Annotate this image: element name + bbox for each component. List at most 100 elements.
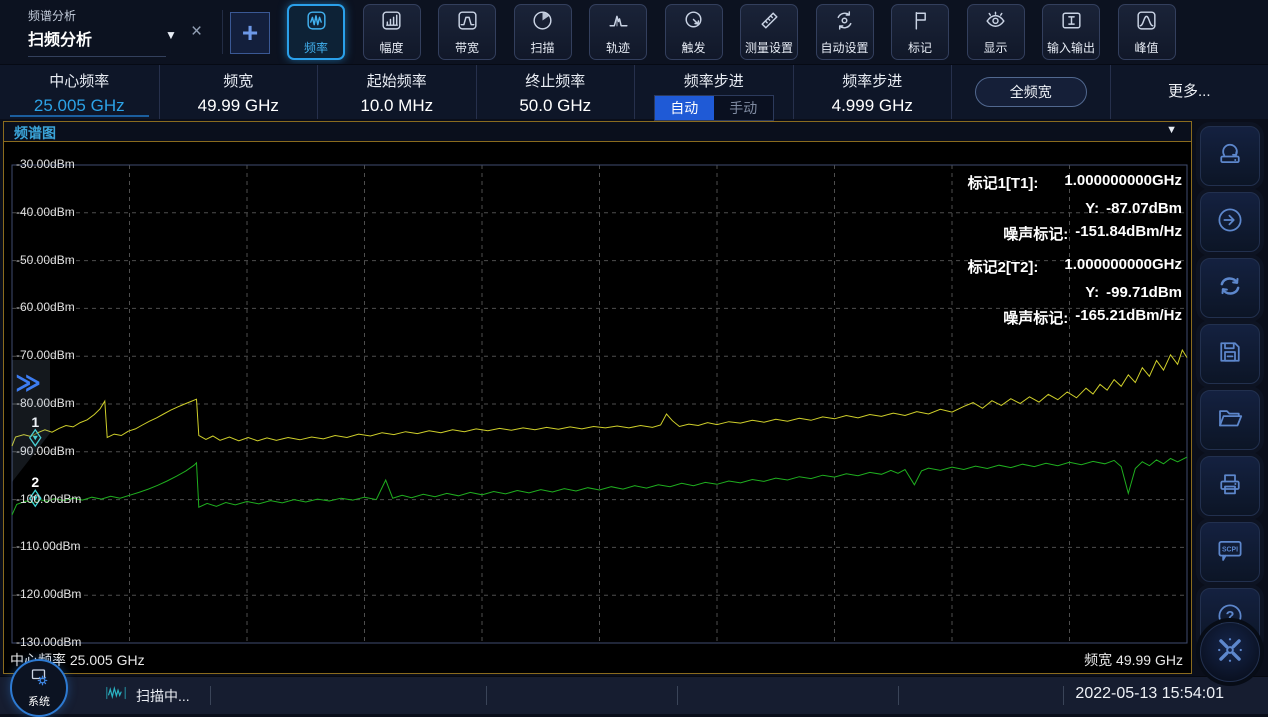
param-freq-step[interactable]: 频率步进4.999 GHz: [793, 65, 952, 119]
sidebar-open-file-button[interactable]: [1200, 390, 1260, 450]
top-toolbar: 频谱分析 扫频分析 ▼ × + 频率幅度带宽扫描轨迹触发测量设置自动设置标记显示…: [0, 0, 1268, 64]
toolbar-button-label: 扫描: [530, 39, 554, 56]
toolbar-button-marker[interactable]: 标记: [891, 4, 949, 60]
readout-label: Y:: [1085, 284, 1099, 301]
sidebar-refresh-button[interactable]: [1200, 258, 1260, 318]
expand-menu-chevron-icon[interactable]: ≫: [15, 368, 41, 398]
y-tick-label: -110.00dBm: [16, 539, 80, 553]
param-value: 10.0 MHz: [318, 96, 476, 116]
param-start-freq[interactable]: 起始频率 10.0 MHz: [317, 65, 476, 119]
readout-value: 1.000000000GHz: [1064, 256, 1182, 277]
chart-plot-area: 12 -30.00dBm-40.00dBm-50.00dBm-60.00dBm-…: [4, 142, 1191, 673]
toolbar-button-io[interactable]: 输入输出: [1042, 4, 1100, 60]
svg-text:2: 2: [31, 474, 39, 490]
spectrum-chart-panel: 频谱图 ▼ 12 -30.00dBm-40.00dBm-50.00dBm-60.…: [3, 121, 1192, 674]
refresh-icon: [1215, 271, 1245, 306]
spectrum-plot: 12: [4, 142, 1191, 673]
readout-label: 噪声标记:: [1003, 307, 1068, 328]
span-label: 频宽 49.99 GHz: [1084, 650, 1183, 670]
next-step-icon: [1215, 205, 1245, 240]
trigger-icon: [681, 8, 706, 38]
sidebar-next-step-button[interactable]: [1200, 192, 1260, 252]
statusbar-divider: [486, 686, 487, 705]
mode-dropdown-icon[interactable]: ▼: [165, 28, 177, 42]
more-button[interactable]: 更多...: [1111, 65, 1268, 119]
y-tick-label: -40.00dBm: [16, 205, 75, 219]
param-stop-freq[interactable]: 终止频率50.0 GHz: [476, 65, 635, 119]
toolbar-button-label: 显示: [983, 39, 1007, 56]
toolbar-button-label: 峰值: [1134, 39, 1158, 56]
toolbar-button-sweep[interactable]: 扫描: [514, 4, 572, 60]
y-tick-label: -100.00dBm: [16, 492, 81, 506]
param-more[interactable]: 更多...: [1110, 65, 1268, 119]
sidebar-print-button[interactable]: [1200, 456, 1260, 516]
marker-readout-line: Y:-99.71dBm: [1085, 284, 1182, 301]
readout-value: -165.21dBm/Hz: [1075, 307, 1182, 328]
mode-label: 扫频分析: [28, 26, 166, 57]
parameter-bar: 中心频率25.005 GHz频宽 49.99 GHz起始频率 10.0 MHz终止频…: [0, 64, 1268, 119]
statusbar-divider: [210, 686, 211, 705]
toolbar-button-label: 幅度: [379, 39, 403, 56]
open-file-icon: [1215, 403, 1245, 438]
toggle-option-手动[interactable]: 手动: [714, 96, 773, 120]
system-button[interactable]: 系统: [10, 659, 68, 717]
param-value: 49.99 GHz: [160, 96, 318, 116]
full-span-button[interactable]: 全频宽: [975, 77, 1087, 107]
param-label: 起始频率: [318, 70, 476, 91]
freq-icon: [304, 8, 329, 38]
param-label: 中心频率: [0, 70, 159, 91]
param-full-span[interactable]: 全频宽: [951, 65, 1110, 119]
io-icon: [1059, 8, 1084, 38]
toolbar-button-label: 带宽: [455, 39, 479, 56]
autoset-icon: [832, 8, 857, 38]
readout-value: -151.84dBm/Hz: [1075, 223, 1182, 244]
toolbar-button-bw[interactable]: 带宽: [438, 4, 496, 60]
sidebar-save-button[interactable]: [1200, 324, 1260, 384]
display-icon: [983, 8, 1008, 38]
param-value: 4.999 GHz: [794, 96, 952, 116]
readout-label: 标记1[T1]:: [968, 172, 1039, 193]
toolbar-button-trigger[interactable]: 触发: [665, 4, 723, 60]
toggle-option-自动[interactable]: 自动: [655, 96, 714, 120]
toolbar-button-label: 测量设置: [745, 39, 793, 56]
toolbar-button-display[interactable]: 显示: [967, 4, 1025, 60]
chart-title: 频谱图: [14, 123, 56, 143]
scpi-console-icon: SCPI: [1215, 535, 1245, 570]
param-center-freq[interactable]: 中心频率25.005 GHz: [0, 65, 159, 119]
svg-text:SCPI: SCPI: [1222, 546, 1238, 553]
print-icon: [1215, 469, 1245, 504]
param-span[interactable]: 频宽 49.99 GHz: [159, 65, 318, 119]
toolbar-button-label: 标记: [908, 39, 932, 56]
toolbar-button-label: 输入输出: [1047, 39, 1095, 56]
param-label: 频宽: [160, 70, 318, 91]
marker-readout-line: 标记1[T1]:1.000000000GHz: [968, 172, 1182, 193]
readout-label: Y:: [1085, 200, 1099, 217]
peak-icon: [1134, 8, 1159, 38]
sidebar-scpi-console-button[interactable]: SCPI: [1200, 522, 1260, 582]
y-tick-label: -130.00dBm: [16, 635, 81, 649]
statusbar-divider: [1063, 686, 1064, 705]
toolbar-button-freq[interactable]: 频率: [287, 4, 345, 60]
toolbar-button-amp[interactable]: 幅度: [363, 4, 421, 60]
sidebar-collapse-panel-button[interactable]: [1200, 622, 1260, 682]
chart-header: 频谱图 ▼: [4, 122, 1191, 142]
sweep-activity-icon: [104, 685, 128, 706]
param-freq-step-mode[interactable]: 频率步进自动手动: [634, 65, 793, 119]
sweep-status: 扫描中...: [104, 685, 190, 706]
toolbar-button-label: 触发: [681, 39, 705, 56]
statusbar-divider: [677, 686, 678, 705]
sidebar-recall-state-button[interactable]: [1200, 126, 1260, 186]
toolbar-button-peak[interactable]: 峰值: [1118, 4, 1176, 60]
close-tab-icon[interactable]: ×: [191, 21, 202, 43]
toolbar-button-autoset[interactable]: 自动设置: [816, 4, 874, 60]
marker-readout-line: Y:-87.07dBm: [1085, 200, 1182, 217]
toolbar-button-label: 自动设置: [820, 39, 868, 56]
statusbar-divider: [898, 686, 899, 705]
active-underline: [10, 115, 149, 117]
add-tab-button[interactable]: +: [230, 12, 270, 54]
toolbar-button-label: 轨迹: [606, 39, 630, 56]
chart-collapse-icon[interactable]: ▼: [1166, 124, 1177, 136]
toolbar-button-trace[interactable]: 轨迹: [589, 4, 647, 60]
marker-readout-line: 噪声标记: -165.21dBm/Hz: [1003, 307, 1182, 328]
toolbar-button-measure[interactable]: 测量设置: [740, 4, 798, 60]
